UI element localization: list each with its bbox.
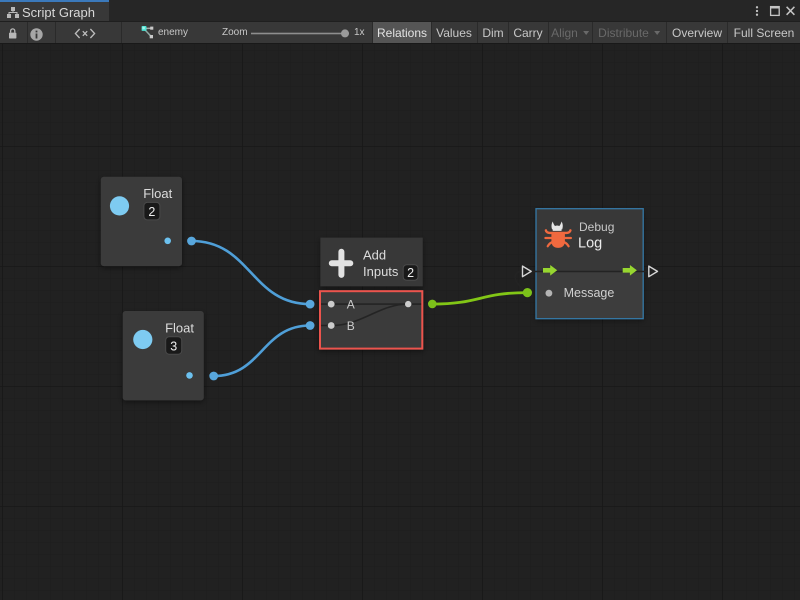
svg-text:Debug: Debug xyxy=(579,220,614,234)
svg-text:A: A xyxy=(347,298,355,312)
svg-text:Inputs: Inputs xyxy=(363,264,399,279)
svg-text:B: B xyxy=(347,319,355,333)
svg-text:Log: Log xyxy=(578,236,602,252)
svg-text:2: 2 xyxy=(407,266,414,280)
svg-text:3: 3 xyxy=(170,339,177,353)
svg-text:Float: Float xyxy=(143,186,172,201)
svg-text:2: 2 xyxy=(148,205,155,219)
svg-text:Add: Add xyxy=(363,247,386,262)
svg-text:Float: Float xyxy=(165,320,194,335)
svg-text:Message: Message xyxy=(564,286,615,300)
